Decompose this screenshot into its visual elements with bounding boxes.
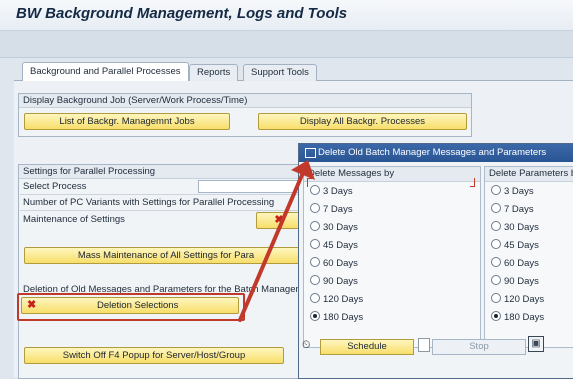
- annotation-arrow-svg: [238, 160, 315, 322]
- annotation-arrow-line: [238, 166, 307, 322]
